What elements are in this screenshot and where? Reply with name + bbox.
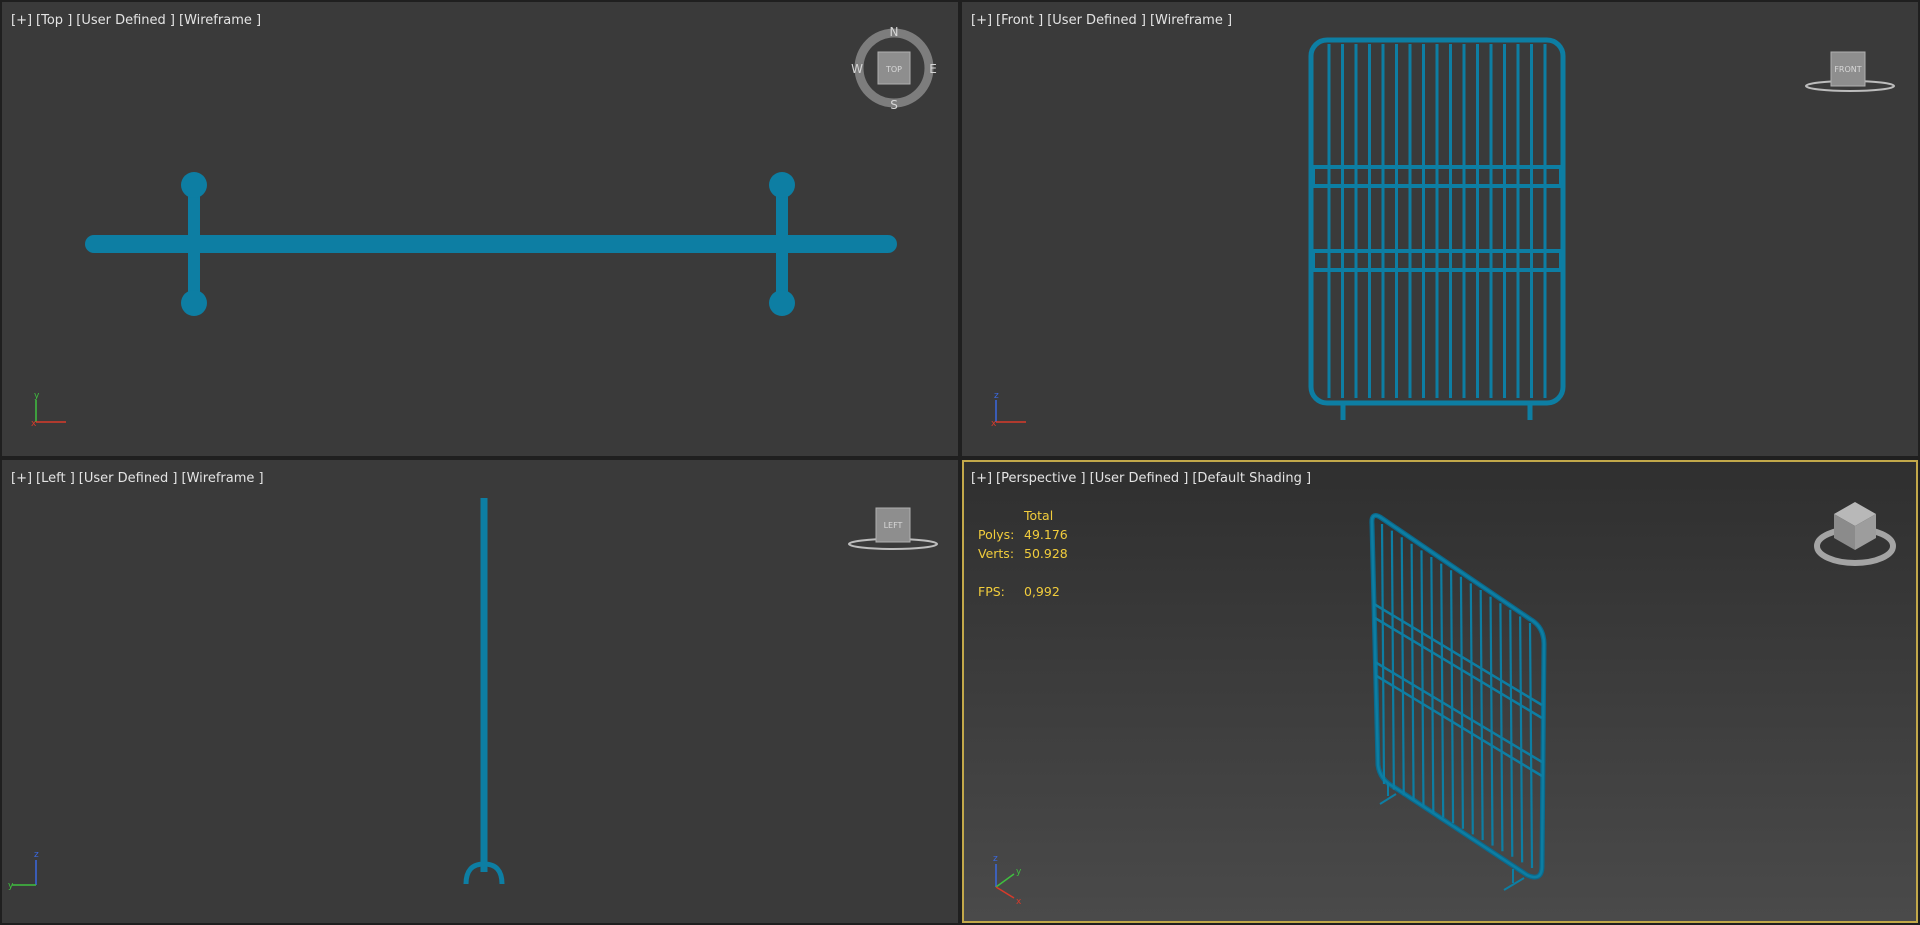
fence-bar	[1410, 543, 1415, 801]
compass-east-label[interactable]: E	[929, 62, 937, 76]
axis-horizontal-label: x	[991, 419, 997, 429]
fence-bar	[1528, 622, 1534, 869]
viewport-left[interactable]: [+] [Left ] [User Defined ] [Wireframe ] LE…	[2, 460, 958, 923]
left-view-canvas: LEFT z y	[8, 498, 938, 891]
axis-tripod-front: z x	[991, 391, 1026, 429]
viewcube-front[interactable]: FRONT	[1805, 51, 1895, 92]
fence-perspective-model[interactable]	[1369, 513, 1547, 891]
fence-bar	[1459, 576, 1465, 829]
viewcube-front-face-label: FRONT	[1834, 65, 1861, 74]
fence-bar	[1449, 570, 1455, 824]
compass-south-label[interactable]: S	[890, 98, 898, 112]
fence-left-wireframe[interactable]	[463, 498, 505, 885]
fence-bar	[1509, 609, 1514, 857]
axis-vertical-label: y	[34, 391, 40, 401]
fence-top-wireframe[interactable]	[85, 172, 897, 316]
fence-front-wireframe[interactable]	[1308, 37, 1566, 420]
axis-z-label: z	[993, 854, 998, 864]
fence-bar	[1420, 550, 1425, 807]
fence-bar	[1440, 563, 1445, 818]
fence-bar	[1430, 556, 1435, 813]
viewcube-left[interactable]: LEFT	[848, 507, 938, 550]
compass-west-label[interactable]: W	[851, 62, 863, 76]
fence-bar	[1479, 589, 1484, 841]
axis-horizontal-label: x	[31, 419, 37, 429]
perspective-view-canvas: z y x	[993, 502, 1896, 907]
viewcube-left-face-label: LEFT	[884, 521, 903, 530]
fence-bar	[1469, 583, 1474, 835]
viewcube-perspective[interactable]	[1814, 502, 1896, 566]
axis-tripod-left: z y	[8, 850, 39, 891]
viewcube-top[interactable]: TOP N S E W	[851, 25, 937, 112]
fence-bar	[1519, 616, 1524, 863]
compass-north-label[interactable]: N	[890, 25, 899, 39]
axis-horizontal-label: y	[8, 881, 14, 891]
axis-vertical-label: z	[994, 391, 999, 401]
axis-y-label: y	[1016, 867, 1022, 877]
viewport-perspective[interactable]: [+] [Perspective ] [User Defined ] [Default…	[962, 460, 1918, 923]
axis-x-label: x	[1016, 897, 1022, 907]
top-view-canvas: TOP N S E W y x	[31, 25, 937, 429]
fence-bar	[1400, 537, 1405, 796]
axis-tripod-top: y x	[31, 391, 66, 429]
fence-bar	[1380, 523, 1386, 785]
viewcube-top-face-label: TOP	[885, 65, 902, 74]
fence-bar	[1489, 596, 1494, 846]
viewport-front[interactable]: [+] [Front ] [User Defined ] [Wireframe ] F…	[962, 2, 1918, 456]
viewport-top[interactable]: [+] [Top ] [User Defined ] [Wireframe ] TOP…	[2, 2, 958, 456]
fence-bar	[1390, 530, 1395, 790]
front-view-canvas: FRONT z x	[991, 37, 1895, 429]
axis-vertical-label: z	[34, 850, 39, 860]
axis-tripod-perspective: z y x	[993, 854, 1022, 907]
fence-bar	[1499, 603, 1504, 852]
